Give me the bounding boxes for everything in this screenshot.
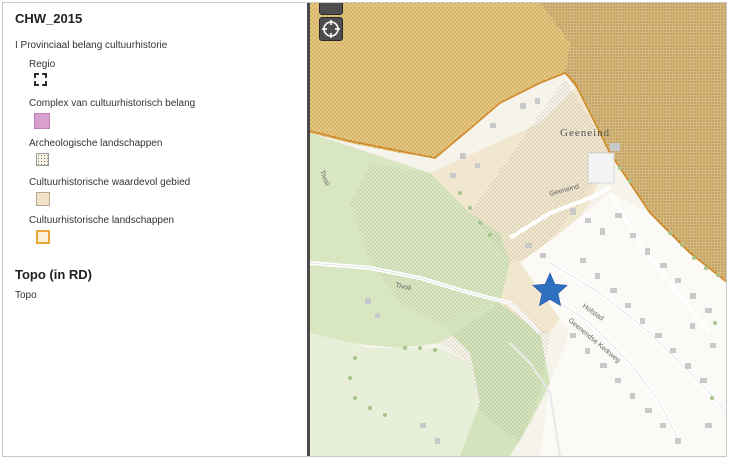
swatch-landschappen (36, 230, 50, 244)
zoom-control-icon[interactable] (319, 3, 343, 15)
crosshair-icon (322, 20, 340, 38)
app-frame: CHW_2015 I Provinciaal belang cultuurhis… (2, 2, 727, 457)
swatch-archeo (36, 153, 49, 166)
legend-label-regio: Regio (29, 59, 56, 70)
legend-label-complex: Complex van cultuurhistorisch belang (29, 98, 196, 109)
layer-title-topo: Topo (in RD) (15, 267, 93, 282)
legend-label-archeo: Archeologische landschappen (29, 138, 163, 149)
group-label: I Provinciaal belang cultuurhistorie (15, 40, 168, 51)
layer-title-chw: CHW_2015 (15, 11, 83, 26)
swatch-complex (34, 113, 50, 129)
legend-label-landschappen: Cultuurhistorische landschappen (29, 215, 175, 226)
map-view[interactable]: Geeneind Geeneind Tivoli Tivoli Hofstad … (310, 3, 727, 456)
swatch-regio (34, 73, 47, 86)
place-label-geeneind: Geeneind (560, 127, 610, 139)
swatch-waardevol (36, 192, 50, 206)
legend-label-waardevol: Cultuurhistorische waardevol gebied (29, 177, 191, 188)
locate-icon[interactable] (319, 17, 343, 41)
layer-sub-topo: Topo (15, 290, 37, 301)
legend-panel: CHW_2015 I Provinciaal belang cultuurhis… (3, 3, 307, 456)
map-canvas[interactable]: Geeneind Geeneind Tivoli Tivoli Hofstad … (310, 3, 727, 456)
